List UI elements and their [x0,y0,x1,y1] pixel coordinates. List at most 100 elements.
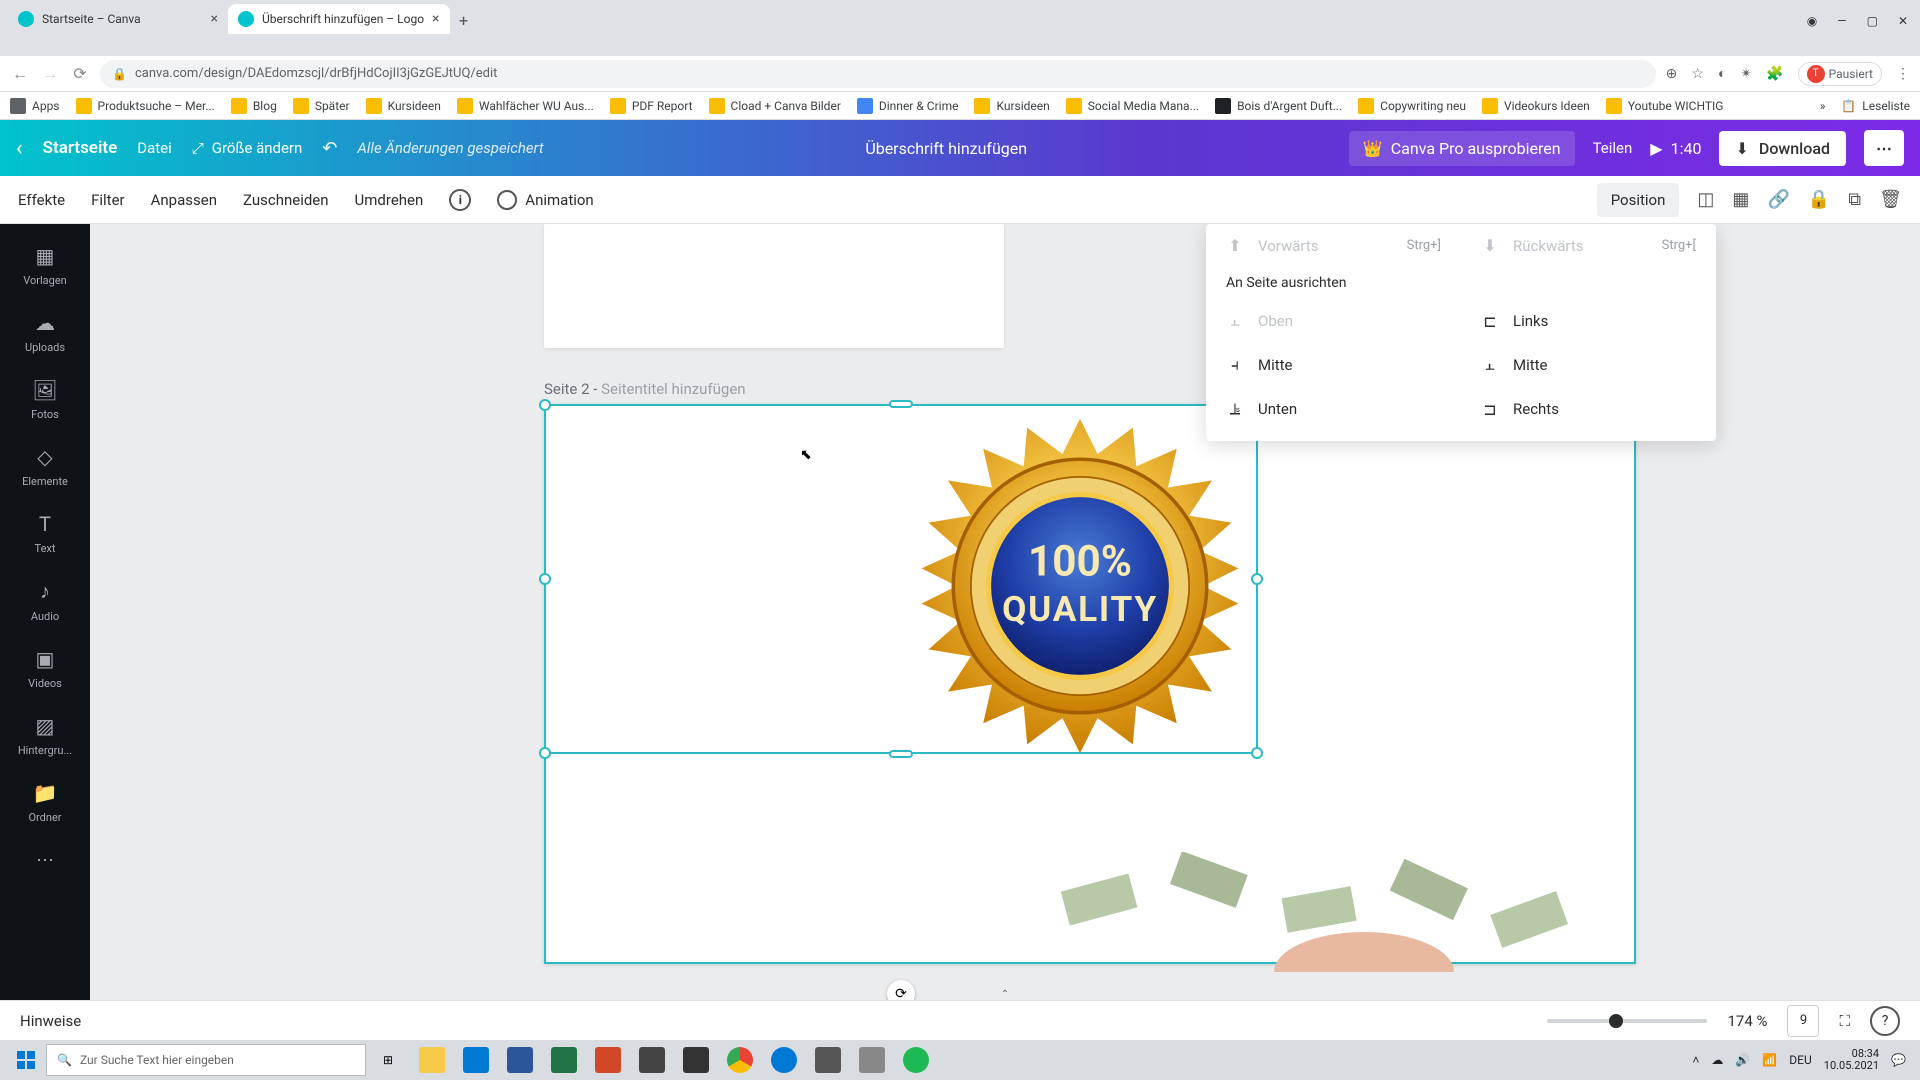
slider-thumb[interactable] [1609,1014,1623,1028]
taskbar-app[interactable] [454,1040,498,1080]
design-title[interactable]: Überschrift hinzufügen [865,139,1027,158]
rail-photos[interactable]: 🖼Fotos [0,368,90,435]
close-icon[interactable]: × [211,11,218,27]
align-left[interactable]: ⊏Links [1461,311,1716,331]
bookmark-item[interactable]: Dinner & Crime [857,98,959,114]
flip-button[interactable]: Umdrehen [355,191,424,209]
page-count-button[interactable]: 9 [1787,1005,1819,1037]
rail-audio[interactable]: ♪Audio [0,569,90,637]
task-view-button[interactable]: ⊞ [366,1040,410,1080]
zoom-slider[interactable] [1547,1019,1707,1023]
taskbar-app[interactable] [762,1040,806,1080]
taskbar-chrome[interactable] [718,1040,762,1080]
effects-button[interactable]: Effekte [18,191,65,209]
extension-icon[interactable]: ◐ [1718,65,1726,82]
browser-tab-1[interactable]: Überschrift hinzufügen – Logo × [228,4,450,34]
page-title-label[interactable]: Seite 2 - Seitentitel hinzufügen [544,380,746,398]
puzzle-icon[interactable]: 🧩 [1766,66,1783,82]
volume-icon[interactable]: 🔊 [1735,1053,1750,1067]
rail-elements[interactable]: ◇Elemente [0,435,90,502]
language-indicator[interactable]: DEU [1789,1053,1811,1067]
file-menu[interactable]: Datei [137,139,172,157]
back-button[interactable]: ‹ [16,136,23,161]
play-button[interactable]: ▶ 1:40 [1650,139,1701,158]
browser-tab-0[interactable]: Startseite – Canva × [8,4,228,34]
zoom-icon[interactable]: ⊕ [1666,66,1678,82]
info-icon[interactable]: i [449,189,471,211]
canvas-page[interactable]: 100% QUALITY [544,404,1636,964]
expand-pages-chevron[interactable]: ⌃ [989,987,1021,1000]
forward-button[interactable]: → [40,64,60,84]
fullscreen-icon[interactable]: ⛶ [1839,1012,1850,1030]
canvas-viewport[interactable]: Seite 2 - Seitentitel hinzufügen [90,224,1920,1000]
share-button[interactable]: Teilen [1593,139,1633,157]
help-icon[interactable]: ? [1870,1006,1900,1036]
back-button[interactable]: ← [10,64,30,84]
hints-label[interactable]: Hinweise [20,1012,81,1030]
rail-videos[interactable]: ▣Videos [0,637,90,704]
bookmark-apps[interactable]: Apps [10,98,60,114]
adjust-button[interactable]: Anpassen [151,191,217,209]
record-icon[interactable]: ◉ [1807,14,1817,28]
resize-button[interactable]: ⤢Größe ändern [192,139,303,157]
onedrive-icon[interactable]: ☁ [1711,1053,1723,1067]
rail-backgrounds[interactable]: ▨Hintergru... [0,704,90,771]
align-bottom[interactable]: ⫡Unten [1206,399,1461,419]
taskbar-app[interactable] [586,1040,630,1080]
extension-icon-2[interactable]: ✴ [1740,66,1752,82]
bookmark-item[interactable]: Wahlfächer WU Aus... [457,98,594,114]
bookmark-item[interactable]: Kursideen [366,98,441,114]
tray-chevron-icon[interactable]: ˄ [1692,1053,1699,1067]
money-image[interactable] [1024,852,1624,972]
bookmark-item[interactable]: Kursideen [974,98,1049,114]
bookmark-item[interactable]: Copywriting neu [1358,98,1466,114]
animation-button[interactable]: Animation [497,190,593,210]
checkerboard-icon[interactable]: ▦ [1732,189,1749,210]
rail-folders[interactable]: 📁Ordner [0,771,90,838]
bookmark-item[interactable]: Produktsuche – Mer... [76,98,215,114]
taskbar-app[interactable] [498,1040,542,1080]
bookmark-item[interactable]: Cload + Canva Bilder [709,98,841,114]
start-button[interactable] [6,1040,46,1080]
bookmark-item[interactable]: Youtube WICHTIG [1606,98,1724,114]
crop-button[interactable]: Zuschneiden [243,191,329,209]
readlist-button[interactable]: 📋Leseliste [1841,99,1910,113]
url-input[interactable]: 🔒 canva.com/design/DAEdomzscjl/drBfjHdCo… [100,60,1656,88]
link-icon[interactable]: 🔗 [1767,189,1789,210]
duplicate-icon[interactable]: ⧉ [1848,189,1861,210]
close-icon[interactable]: × [432,11,439,27]
profile-button[interactable]: T Pausiert [1798,62,1882,86]
align-center-h[interactable]: ⫠Mitte [1461,355,1716,375]
align-right[interactable]: ⊐Rechts [1461,399,1716,419]
rail-text[interactable]: TText [0,502,90,569]
taskbar-search[interactable]: 🔍 Zur Suche Text hier eingeben [46,1044,366,1076]
taskbar-spotify[interactable] [894,1040,938,1080]
quality-badge-image[interactable]: 100% QUALITY [904,410,1256,762]
taskbar-app[interactable] [806,1040,850,1080]
previous-page-thumbnail[interactable] [544,224,1004,348]
bookmark-item[interactable]: PDF Report [610,98,693,114]
bookmark-item[interactable]: Später [293,98,350,114]
try-pro-button[interactable]: 👑 Canva Pro ausprobieren [1349,131,1575,166]
bookmark-item[interactable]: Videokurs Ideen [1482,98,1590,114]
maximize-icon[interactable]: ▢ [1867,14,1878,28]
taskbar-app[interactable] [850,1040,894,1080]
transparency-icon[interactable]: ◫ [1697,189,1714,210]
bookmark-item[interactable]: Social Media Mana... [1066,98,1199,114]
rail-more[interactable]: ⋯ [0,838,90,883]
more-menu-button[interactable]: ⋯ [1864,130,1904,166]
bookmark-item[interactable]: Blog [231,98,277,114]
menu-icon[interactable]: ⋮ [1896,66,1910,82]
close-window-icon[interactable]: ✕ [1898,14,1908,28]
taskbar-app[interactable] [410,1040,454,1080]
position-button[interactable]: Position [1597,183,1680,217]
rail-templates[interactable]: ▦Vorlagen [0,234,90,301]
minimize-icon[interactable]: — [1837,14,1846,28]
filter-button[interactable]: Filter [91,191,125,209]
wifi-icon[interactable]: 📶 [1762,1053,1777,1067]
lock-icon[interactable]: 🔒 [1808,189,1830,210]
clock[interactable]: 08:34 10.05.2021 [1824,1048,1879,1072]
download-button[interactable]: ⬇ Download [1719,131,1846,166]
taskbar-app[interactable] [542,1040,586,1080]
align-middle-v[interactable]: ⫞Mitte [1206,355,1461,375]
